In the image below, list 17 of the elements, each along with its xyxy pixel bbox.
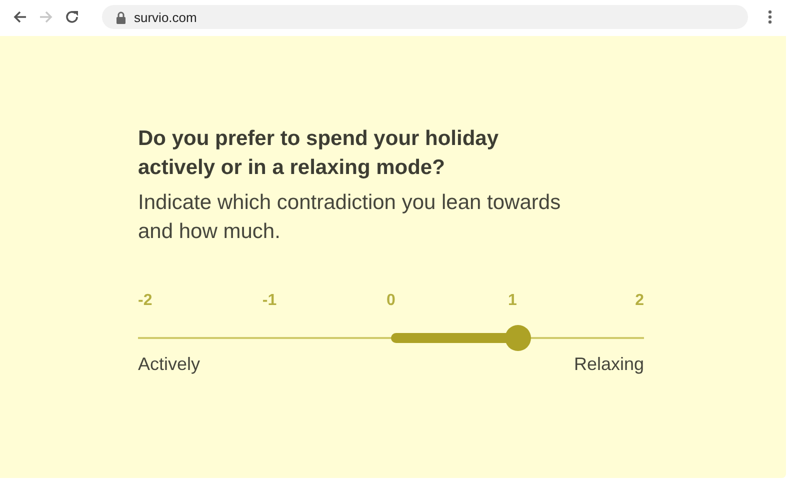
back-icon[interactable] — [12, 9, 28, 25]
menu-icon[interactable] — [768, 10, 772, 24]
slider-thumb[interactable] — [504, 325, 530, 351]
address-text: survio.com — [134, 10, 197, 24]
question-hint: Indicate which contradiction you lean towards and how much. — [138, 190, 562, 245]
scale-tick-label: 2 — [634, 292, 644, 310]
scale-tick-label: 0 — [386, 292, 396, 310]
address-bar[interactable]: survio.com — [102, 5, 748, 29]
slider-track[interactable] — [138, 325, 644, 351]
right-label: Relaxing — [574, 354, 644, 375]
scale-tick-label: 1 — [507, 292, 518, 310]
reload-icon[interactable] — [64, 9, 80, 25]
question-title: Do you prefer to spend your holiday actively or in a relaxing mode? — [138, 126, 500, 181]
scale-tick-label: -1 — [261, 292, 278, 310]
lock-icon — [116, 10, 126, 24]
scale-tick-label: -2 — [138, 292, 154, 310]
left-label: Actively — [138, 354, 200, 375]
